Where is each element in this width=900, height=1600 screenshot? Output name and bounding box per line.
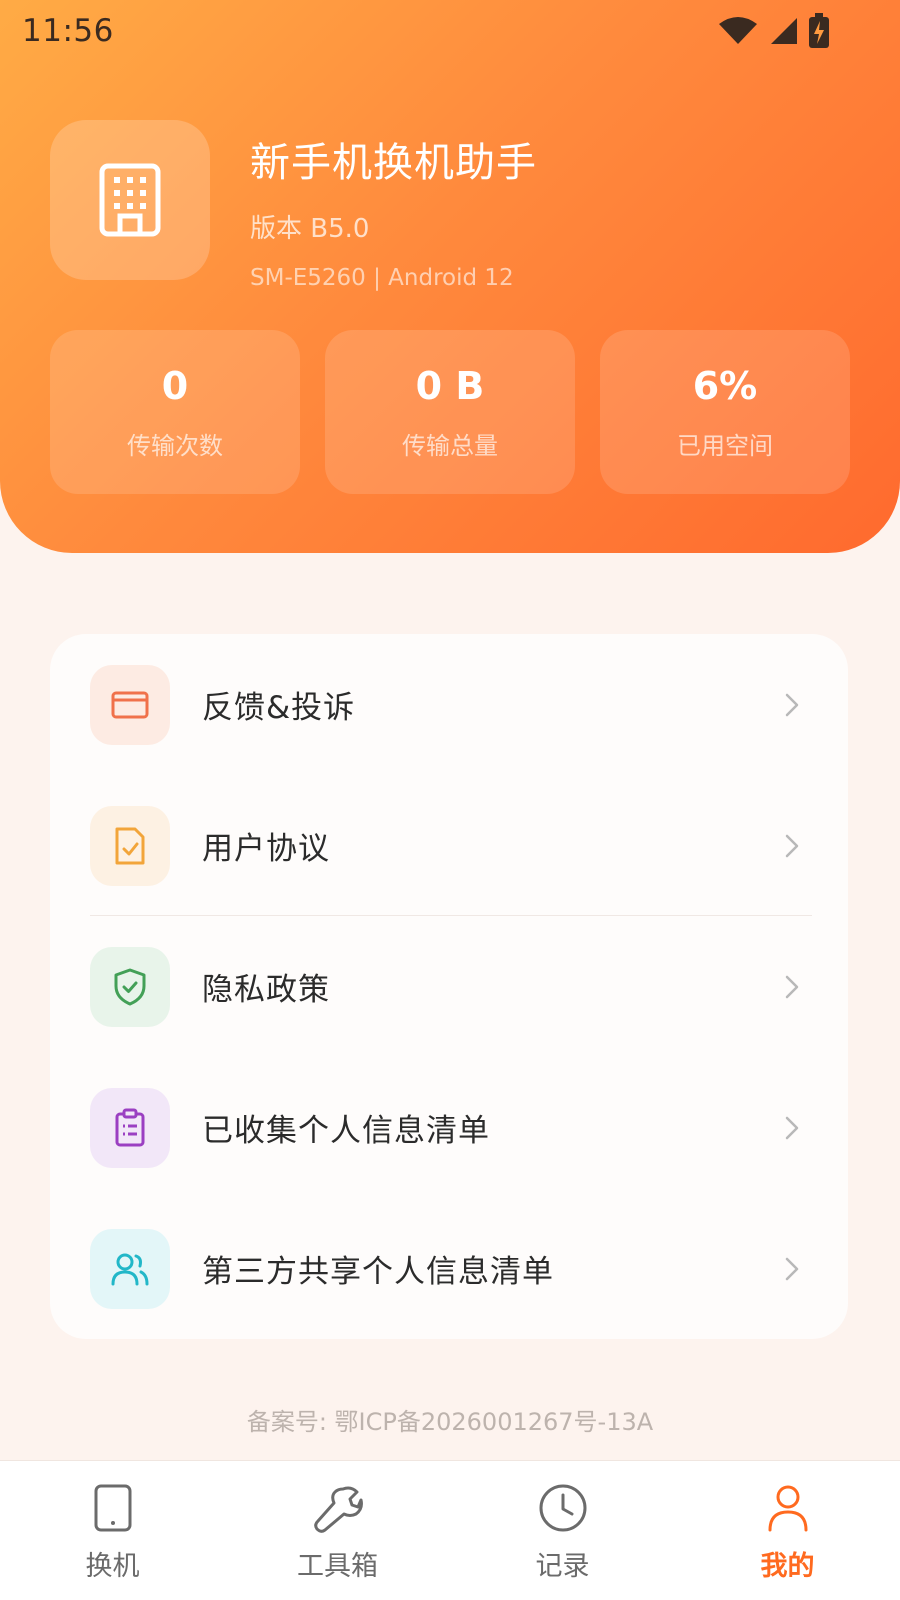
battery-icon [809,13,829,48]
app-version: 版本 B5.0 [250,214,370,244]
clock-icon [537,1478,589,1538]
app-title: 新手机换机助手 [250,140,537,186]
menu-item-user-agreement[interactable]: 用户协议 [50,775,848,916]
chevron-right-icon [785,1116,799,1139]
tab-label: 换机 [85,1551,140,1582]
stat-label: 传输总量 [402,431,498,460]
person-icon [766,1478,810,1538]
menu-label: 反馈&投诉 [202,690,356,726]
status-icons [718,13,830,49]
chevron-right-icon [785,975,799,998]
stat-label: 传输次数 [127,431,223,460]
clipboard-icon [90,1087,170,1168]
app-info-block: 新手机换机助手 版本 B5.0 SM-E5260 | Android 12 [50,120,537,291]
profile-header: 11:56 新手机换机助手 版本 B5.0 SM-E5260 | Android… [0,0,900,553]
menu-item-privacy-policy[interactable]: 隐私政策 [50,916,848,1057]
chevron-right-icon [785,693,799,716]
menu-item-feedback[interactable]: 反馈&投诉 [50,634,848,775]
stat-value: 6% [692,363,758,408]
tab-switch-phone[interactable]: 换机 [0,1478,225,1583]
tab-toolbox[interactable]: 工具箱 [225,1478,450,1583]
shield-icon [90,946,170,1027]
tab-records[interactable]: 记录 [450,1478,675,1583]
building-icon [50,120,210,280]
stats-row: 0 传输次数 0 B 传输总量 6% 已用空间 [50,330,850,494]
bottom-tab-bar: 换机 工具箱 记录 我的 [0,1460,900,1600]
wrench-icon [313,1478,363,1538]
status-bar: 11:56 [0,0,900,62]
chevron-right-icon [785,1257,799,1280]
wifi-icon [719,17,757,44]
stat-value: 0 [161,363,189,408]
menu-item-collected-info[interactable]: 已收集个人信息清单 [50,1057,848,1198]
stat-transfer-total: 0 B 传输总量 [325,330,575,494]
tab-mine[interactable]: 我的 [675,1478,900,1583]
settings-menu: 反馈&投诉 用户协议 隐私政策 已收集个人信息清单 第三方共享个人信息清单 [50,634,848,1339]
stat-label: 已用空间 [677,431,773,460]
tab-label: 记录 [535,1551,590,1582]
tab-label: 工具箱 [297,1551,378,1582]
chevron-right-icon [785,834,799,857]
feedback-icon [90,664,170,745]
menu-label: 隐私政策 [202,972,330,1008]
stat-value: 0 B [415,363,485,408]
menu-label: 第三方共享个人信息清单 [202,1254,554,1290]
icp-record: 备案号: 鄂ICP备2026001267号-13A [246,1408,654,1436]
menu-item-third-party-sharing[interactable]: 第三方共享个人信息清单 [50,1198,848,1339]
stat-used-space: 6% 已用空间 [600,330,850,494]
menu-label: 已收集个人信息清单 [202,1113,490,1149]
stat-transfer-count: 0 传输次数 [50,330,300,494]
phone-icon [93,1478,133,1538]
menu-label: 用户协议 [202,831,330,867]
users-icon [90,1228,170,1309]
agreement-icon [90,805,170,886]
status-time: 11:56 [22,13,114,49]
device-info: SM-E5260 | Android 12 [250,265,514,291]
tab-label: 我的 [760,1551,815,1582]
signal-icon [771,18,797,44]
